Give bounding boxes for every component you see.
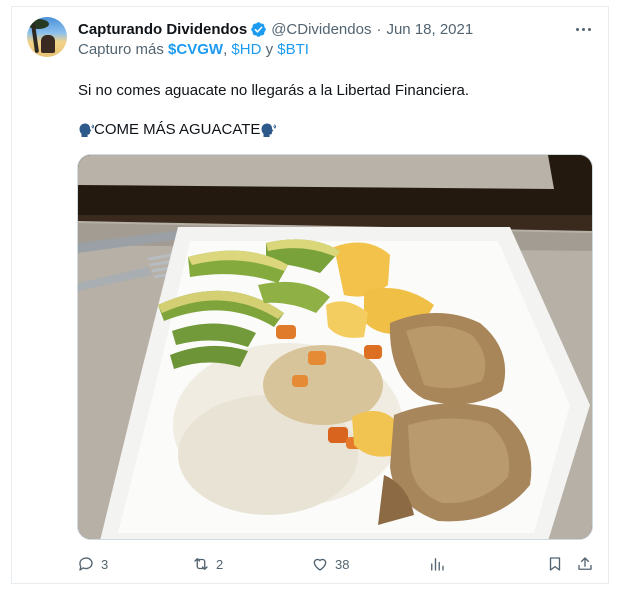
avatar[interactable] xyxy=(27,17,67,57)
tweet-text-line-1: Si no comes aguacate no llegarás a la Li… xyxy=(78,82,470,99)
more-icon[interactable] xyxy=(572,19,594,39)
reply-count: 3 xyxy=(101,556,109,572)
retweet-button[interactable]: 2 xyxy=(192,552,223,576)
tweet-date[interactable]: Jun 18, 2021 xyxy=(386,21,473,38)
reply-icon xyxy=(79,557,93,571)
speaking-head-icon xyxy=(261,123,277,137)
like-count: 38 xyxy=(335,556,350,572)
bookmark-icon xyxy=(549,557,561,571)
tweet-text-line-2: COME MÁS AGUACATE xyxy=(78,121,277,138)
verified-icon xyxy=(251,21,266,37)
tweet-actions: 3 2 38 xyxy=(0,552,622,576)
separator-dot: · xyxy=(376,20,382,38)
like-button[interactable]: 38 xyxy=(311,552,349,576)
cashtag-bti[interactable]: $BTI xyxy=(277,41,309,58)
tweet-photo[interactable] xyxy=(77,154,593,540)
cashtag-hd[interactable]: $HD xyxy=(231,41,261,58)
bookmark-button[interactable] xyxy=(546,552,564,576)
cashtag-separator: , xyxy=(223,41,228,58)
tweet-text-line-2-label: COME MÁS AGUACATE xyxy=(94,121,261,138)
views-button[interactable] xyxy=(428,552,446,576)
retweet-count: 2 xyxy=(216,556,224,572)
reply-button[interactable]: 3 xyxy=(77,552,108,576)
tweet-header: Capturando Dividendos @CDividendos · Jun… xyxy=(78,19,473,39)
cashtag-cvgw[interactable]: $CVGW xyxy=(168,41,223,58)
reply-line: Capturo más $CVGW, $HD y $BTI xyxy=(78,41,309,58)
cashtag-conjunction: y xyxy=(265,41,274,58)
like-icon xyxy=(313,558,327,571)
food-photo xyxy=(78,155,592,539)
retweet-icon xyxy=(194,558,208,570)
reply-prefix: Capturo más xyxy=(78,41,164,58)
views-icon xyxy=(431,558,444,571)
share-icon xyxy=(578,557,592,570)
author-name[interactable]: Capturando Dividendos xyxy=(78,21,247,38)
author-handle[interactable]: @CDividendos xyxy=(271,21,371,38)
share-button[interactable] xyxy=(576,552,594,576)
speaking-head-icon xyxy=(79,123,94,137)
